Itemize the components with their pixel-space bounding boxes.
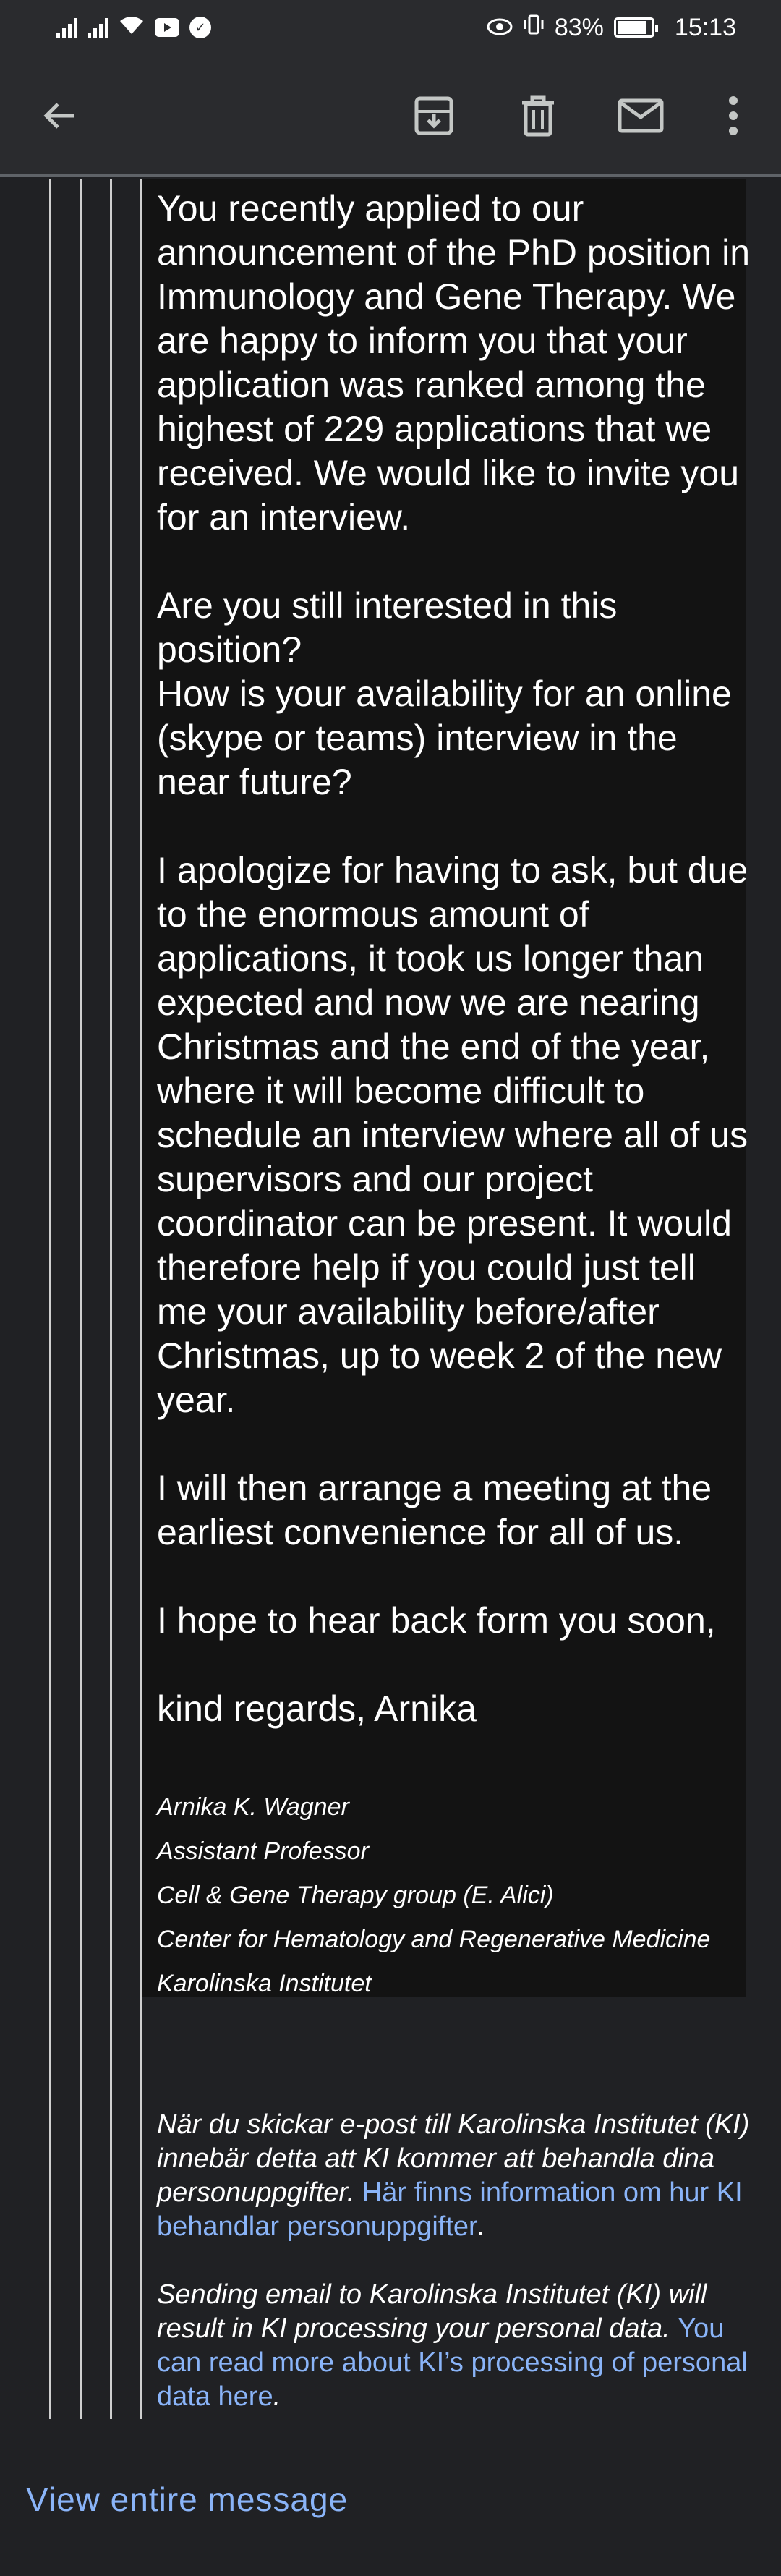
signal-icon-2 bbox=[88, 17, 108, 38]
disclaimer-english-text: Sending email to Karolinska Institutet (… bbox=[157, 2279, 707, 2344]
quote-rail bbox=[80, 179, 82, 2419]
eye-icon bbox=[487, 14, 513, 42]
back-button[interactable] bbox=[30, 87, 88, 145]
delete-button[interactable] bbox=[509, 87, 567, 145]
vibrate-icon bbox=[523, 14, 545, 42]
youtube-icon bbox=[155, 18, 179, 37]
message-content: You recently applied to our announcement… bbox=[0, 179, 781, 2576]
mail-icon bbox=[618, 98, 664, 133]
signature-line: Center for Hematology and Regenerative M… bbox=[157, 1926, 711, 1953]
quote-rail bbox=[140, 179, 142, 2419]
disclaimer-swedish: När du skickar e-post till Karolinska In… bbox=[157, 2108, 750, 2244]
body-paragraph: I apologize for having to ask, but due t… bbox=[157, 850, 748, 1420]
battery-percent: 83% bbox=[554, 13, 604, 41]
email-body: You recently applied to our announcement… bbox=[157, 187, 750, 1775]
status-left: ✓ bbox=[56, 14, 211, 42]
email-signature: Arnika K. Wagner Assistant Professor Cel… bbox=[157, 1785, 750, 2006]
battery-icon bbox=[613, 17, 658, 38]
more-vert-icon bbox=[729, 96, 738, 135]
disclaimer-period: . bbox=[273, 2381, 281, 2412]
view-entire-message-link[interactable]: View entire message bbox=[26, 2480, 348, 2519]
archive-button[interactable] bbox=[405, 87, 463, 145]
signature-line: Karolinska Institutet bbox=[157, 1970, 372, 1997]
signature-line: Arnika K. Wagner bbox=[157, 1793, 349, 1821]
signature-line: Cell & Gene Therapy group (E. Alici) bbox=[157, 1882, 554, 1909]
body-paragraph: How is your availability for an online (… bbox=[157, 673, 732, 802]
body-paragraph: Are you still interested in this positio… bbox=[157, 585, 618, 670]
app-toolbar bbox=[0, 55, 781, 177]
more-options-button[interactable] bbox=[704, 87, 762, 145]
body-paragraph: kind regards, Arnika bbox=[157, 1688, 477, 1729]
disclaimer-period: . bbox=[477, 2211, 486, 2242]
status-bar: ✓ 83% 15:13 bbox=[0, 0, 781, 55]
signature-line: Assistant Professor bbox=[157, 1837, 369, 1865]
body-paragraph: You recently applied to our announcement… bbox=[157, 188, 750, 537]
body-paragraph: I hope to hear back form you soon, bbox=[157, 1600, 716, 1641]
mark-unread-button[interactable] bbox=[612, 87, 670, 145]
body-paragraph: I will then arrange a meeting at the ear… bbox=[157, 1468, 712, 1552]
archive-icon bbox=[414, 96, 453, 135]
disclaimer-english: Sending email to Karolinska Institutet (… bbox=[157, 2278, 750, 2414]
notification-icon: ✓ bbox=[189, 17, 211, 38]
email-disclaimer: När du skickar e-post till Karolinska In… bbox=[157, 2108, 750, 2448]
signal-icon bbox=[56, 17, 77, 38]
clock: 15:13 bbox=[674, 13, 736, 41]
quote-rail bbox=[49, 179, 51, 2419]
back-arrow-icon bbox=[43, 103, 74, 129]
status-right: 83% 15:13 bbox=[487, 14, 736, 42]
wifi-icon bbox=[119, 14, 145, 42]
trash-icon bbox=[522, 95, 554, 137]
quote-rail bbox=[110, 179, 112, 2419]
